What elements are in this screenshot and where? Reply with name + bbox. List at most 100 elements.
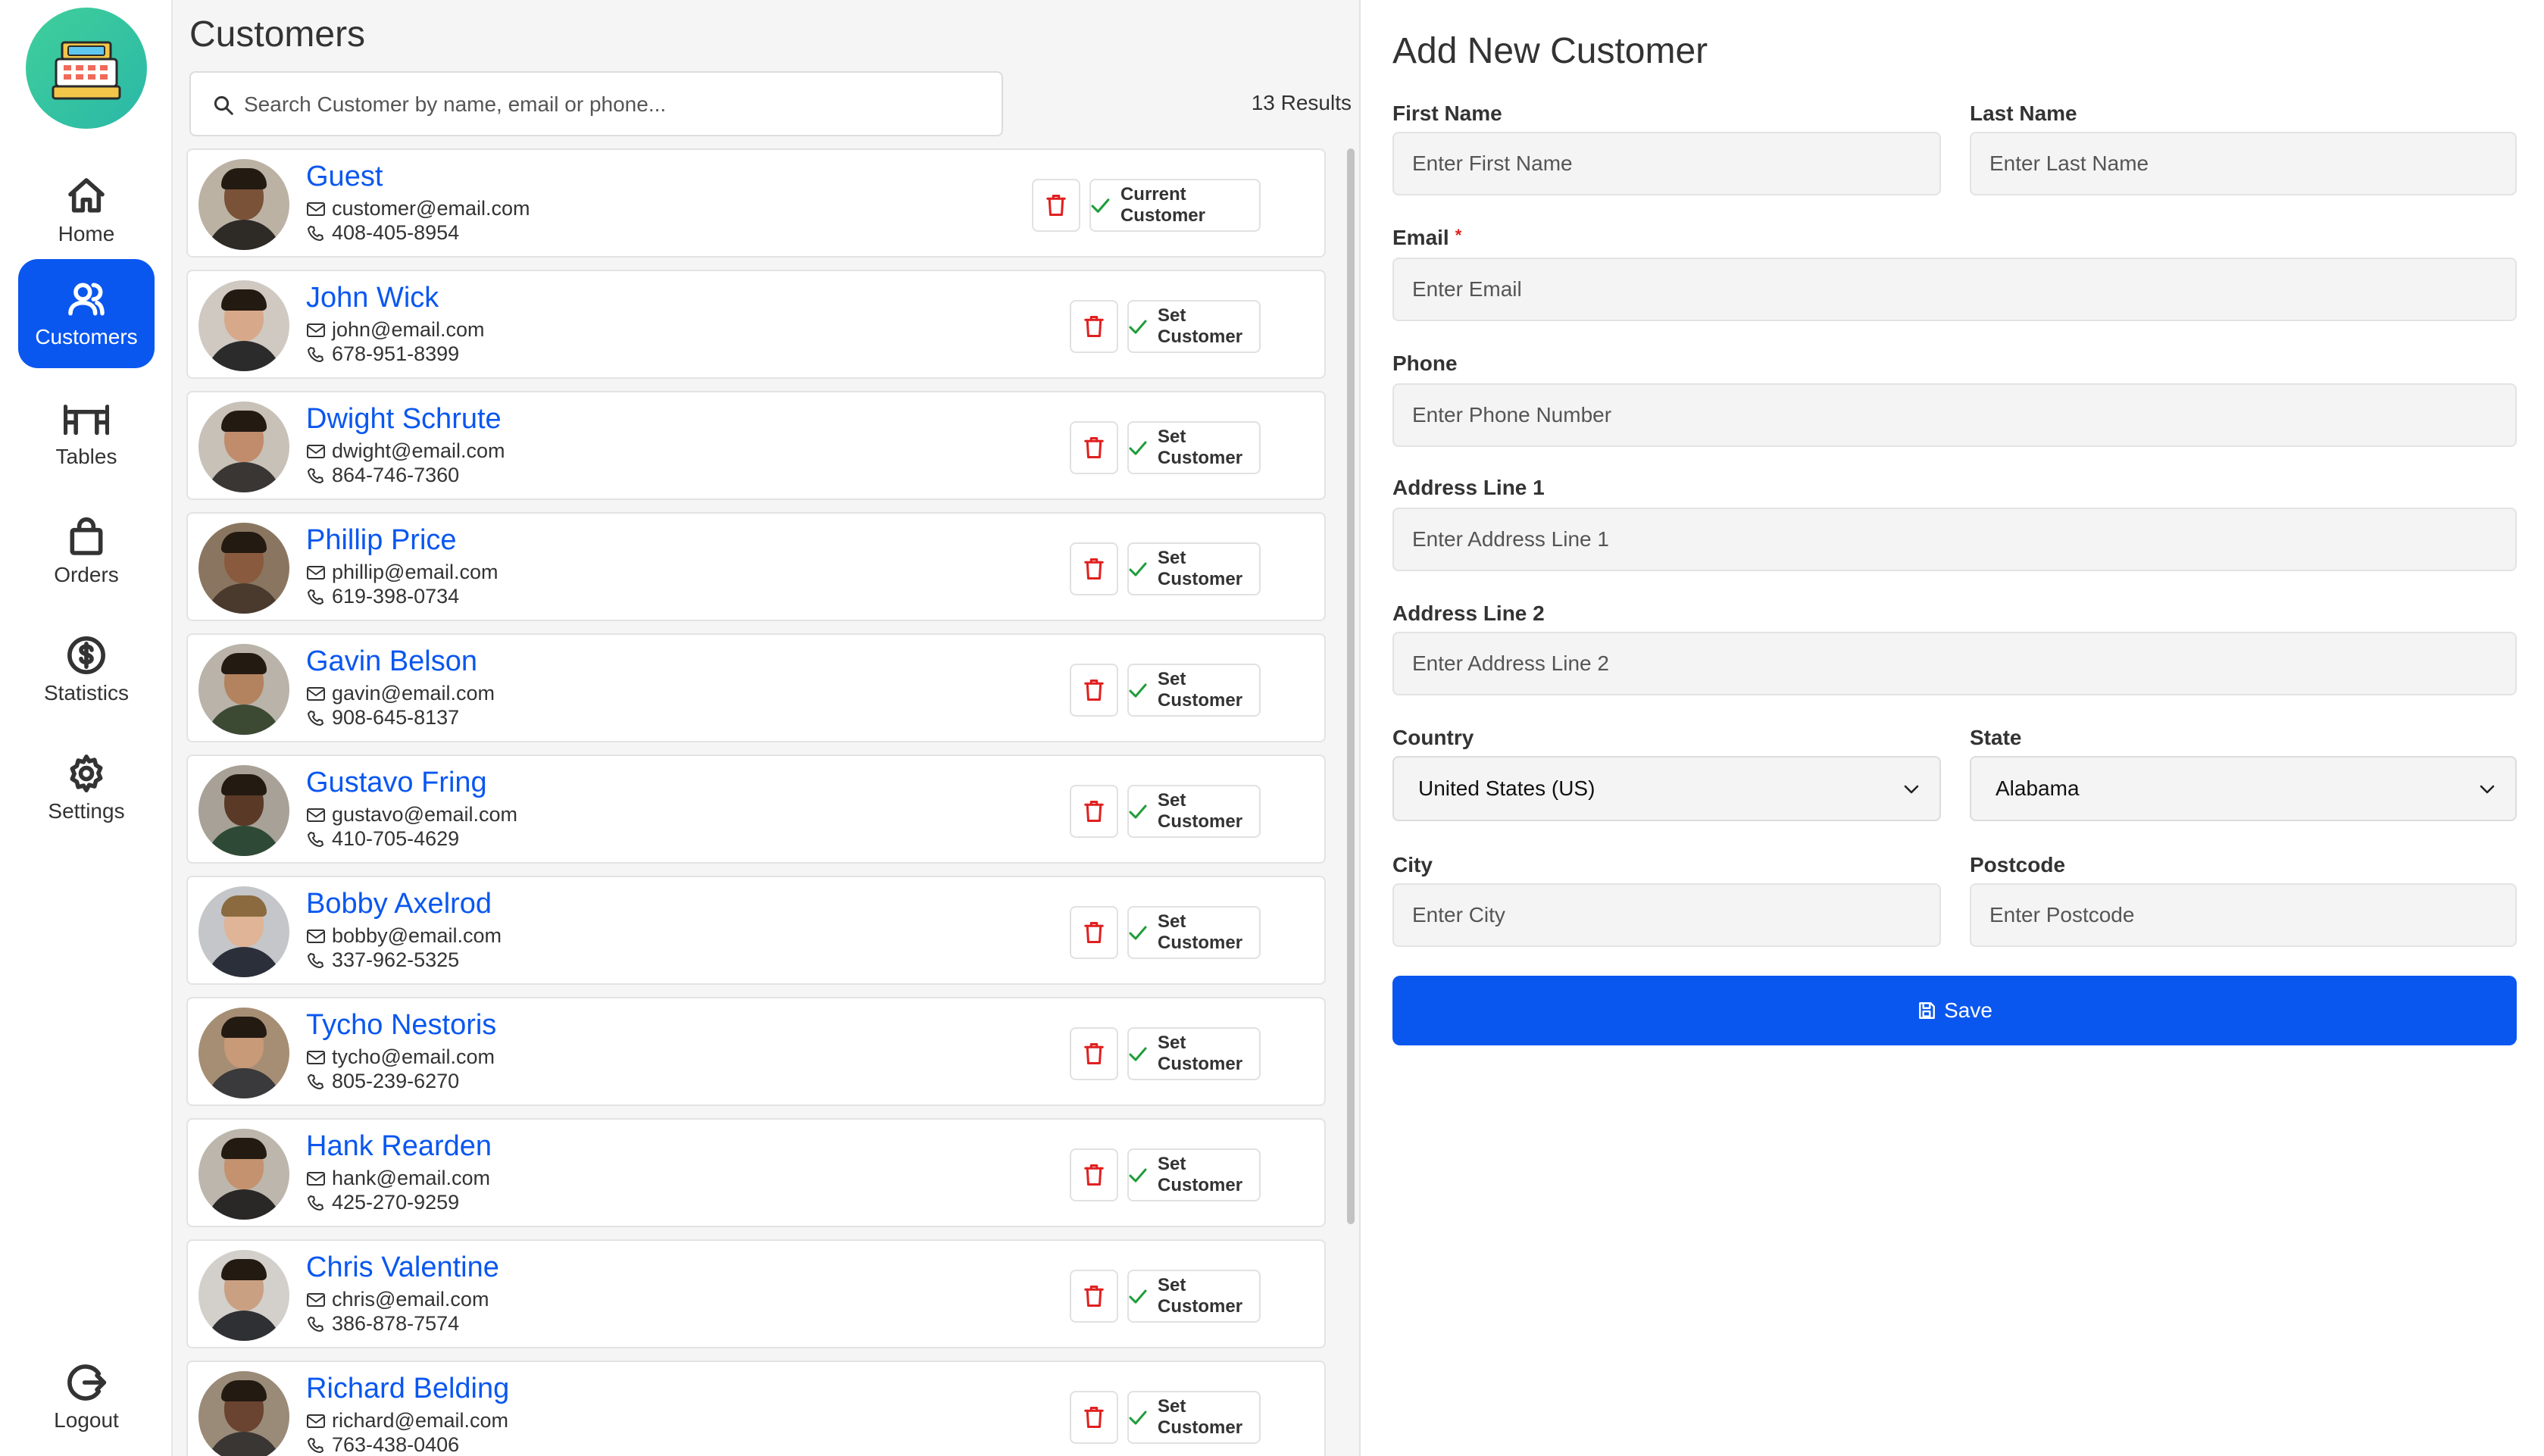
customer-phone-text: 337-962-5325	[332, 948, 460, 971]
gear-icon	[70, 755, 103, 792]
set-customer-button[interactable]: Set Customer	[1127, 1391, 1261, 1444]
delete-button[interactable]	[1070, 664, 1118, 717]
customer-name[interactable]: Phillip Price	[306, 524, 457, 557]
address-line-2-field[interactable]	[1392, 632, 2517, 695]
country-select[interactable]: United States (US)	[1392, 756, 1941, 821]
customer-email: bobby@email.com	[306, 924, 502, 948]
customer-name[interactable]: Richard Belding	[306, 1373, 509, 1405]
cash-register-icon[interactable]	[26, 8, 147, 129]
postcode-field[interactable]	[1970, 883, 2517, 947]
set-customer-button[interactable]: Set Customer	[1127, 421, 1261, 474]
city-field[interactable]	[1392, 883, 1941, 947]
delete-button[interactable]	[1070, 1148, 1118, 1201]
phone-label: Phone	[1392, 352, 1458, 375]
customer-name[interactable]: Dwight Schrute	[306, 403, 502, 436]
delete-button[interactable]	[1070, 300, 1118, 353]
first-name-field[interactable]	[1392, 132, 1941, 195]
address-line-2-label: Address Line 2	[1392, 601, 1545, 625]
customer-card[interactable]: John Wick john@email.com 678-951-8399 Se…	[186, 270, 1326, 379]
save-button[interactable]: Save	[1392, 976, 2517, 1045]
sidebar-item-home[interactable]: Home	[18, 156, 155, 265]
sidebar-item-customers[interactable]: Customers	[18, 259, 155, 368]
customer-card[interactable]: Chris Valentine chris@email.com 386-878-…	[186, 1239, 1326, 1348]
customer-phone-text: 805-239-6270	[332, 1070, 460, 1092]
customer-email-text: phillip@email.com	[332, 561, 498, 583]
shopping-bag-icon	[70, 517, 103, 555]
check-icon	[1129, 805, 1147, 819]
set-customer-label: Set Customer	[1158, 669, 1243, 711]
chevron-down-icon	[2480, 785, 2495, 794]
list-scrollbar[interactable]	[1347, 148, 1355, 1224]
set-customer-button[interactable]: Set Customer	[1127, 1148, 1261, 1201]
delete-button[interactable]	[1070, 542, 1118, 595]
check-icon	[1129, 926, 1147, 940]
set-customer-button[interactable]: Set Customer	[1127, 785, 1261, 838]
avatar	[198, 159, 289, 250]
logout-button[interactable]: Logout	[18, 1342, 155, 1451]
customer-card[interactable]: Hank Rearden hank@email.com 425-270-9259…	[186, 1118, 1326, 1227]
address-line-1-field[interactable]	[1392, 508, 2517, 571]
customer-name[interactable]: Tycho Nestoris	[306, 1009, 496, 1042]
customer-card[interactable]: Dwight Schrute dwight@email.com 864-746-…	[186, 391, 1326, 500]
customer-email-text: gavin@email.com	[332, 682, 495, 705]
customer-card[interactable]: Phillip Price phillip@email.com 619-398-…	[186, 512, 1326, 621]
customer-email: gustavo@email.com	[306, 803, 517, 826]
customer-name[interactable]: John Wick	[306, 282, 439, 314]
customer-card[interactable]: Gustavo Fring gustavo@email.com 410-705-…	[186, 755, 1326, 864]
set-customer-button[interactable]: Set Customer	[1127, 664, 1261, 717]
customer-name[interactable]: Hank Rearden	[306, 1130, 492, 1163]
country-label: Country	[1392, 726, 1474, 749]
customer-card[interactable]: Guest customer@email.com 408-405-8954 Cu…	[186, 148, 1326, 258]
sidebar-item-statistics[interactable]: Statistics	[18, 615, 155, 724]
set-customer-button[interactable]: Set Customer	[1127, 1270, 1261, 1323]
set-customer-button[interactable]: Set Customer	[1127, 300, 1261, 353]
customer-card[interactable]: Bobby Axelrod bobby@email.com 337-962-53…	[186, 876, 1326, 985]
check-icon	[1129, 1289, 1147, 1304]
customer-name[interactable]: Chris Valentine	[306, 1251, 499, 1284]
customer-name[interactable]: Guest	[306, 161, 383, 193]
delete-button[interactable]	[1070, 785, 1118, 838]
check-icon	[1129, 441, 1147, 455]
customer-card[interactable]: Gavin Belson gavin@email.com 908-645-813…	[186, 633, 1326, 742]
sidebar-item-label: Home	[58, 222, 115, 245]
customer-name[interactable]: Gavin Belson	[306, 645, 477, 678]
mail-icon	[307, 1414, 325, 1428]
required-mark: *	[1455, 226, 1462, 245]
delete-button[interactable]	[1070, 421, 1118, 474]
delete-button[interactable]	[1070, 1391, 1118, 1444]
delete-button[interactable]	[1070, 1270, 1118, 1323]
set-customer-button[interactable]: Set Customer	[1127, 906, 1261, 959]
search-input[interactable]	[244, 83, 986, 126]
phone-icon	[307, 1195, 324, 1211]
sidebar-item-orders[interactable]: Orders	[18, 497, 155, 606]
email-field[interactable]	[1392, 258, 2517, 321]
set-customer-button[interactable]: Set Customer	[1127, 542, 1261, 595]
delete-button[interactable]	[1032, 179, 1080, 232]
trash-icon	[1084, 801, 1104, 822]
customer-email: hank@email.com	[306, 1167, 490, 1190]
save-icon	[1919, 1002, 1936, 1019]
delete-button[interactable]	[1070, 906, 1118, 959]
first-name-label: First Name	[1392, 102, 1502, 125]
sidebar-item-tables[interactable]: Tables	[18, 379, 155, 488]
customer-card[interactable]: Tycho Nestoris tycho@email.com 805-239-6…	[186, 997, 1326, 1106]
last-name-field[interactable]	[1970, 132, 2517, 195]
set-customer-label: Set Customer	[1158, 1154, 1243, 1195]
avatar	[198, 1129, 289, 1220]
customer-name[interactable]: Bobby Axelrod	[306, 888, 492, 920]
sidebar-item-settings[interactable]: Settings	[18, 733, 155, 842]
customer-phone: 864-746-7360	[306, 464, 459, 487]
check-icon	[1091, 198, 1110, 213]
set-customer-button[interactable]: Set Customer	[1127, 1027, 1261, 1080]
customer-email: gavin@email.com	[306, 682, 495, 705]
delete-button[interactable]	[1070, 1027, 1118, 1080]
sidebar-item-label: Tables	[55, 445, 117, 468]
customer-card[interactable]: Richard Belding richard@email.com 763-43…	[186, 1361, 1326, 1456]
phone-field[interactable]	[1392, 383, 2517, 447]
state-label: State	[1970, 726, 2022, 749]
state-select[interactable]: Alabama	[1970, 756, 2517, 821]
current-customer-button[interactable]: Current Customer	[1089, 179, 1261, 232]
customer-name[interactable]: Gustavo Fring	[306, 767, 487, 799]
customer-phone: 386-878-7574	[306, 1312, 459, 1336]
search-box[interactable]	[189, 71, 1003, 136]
